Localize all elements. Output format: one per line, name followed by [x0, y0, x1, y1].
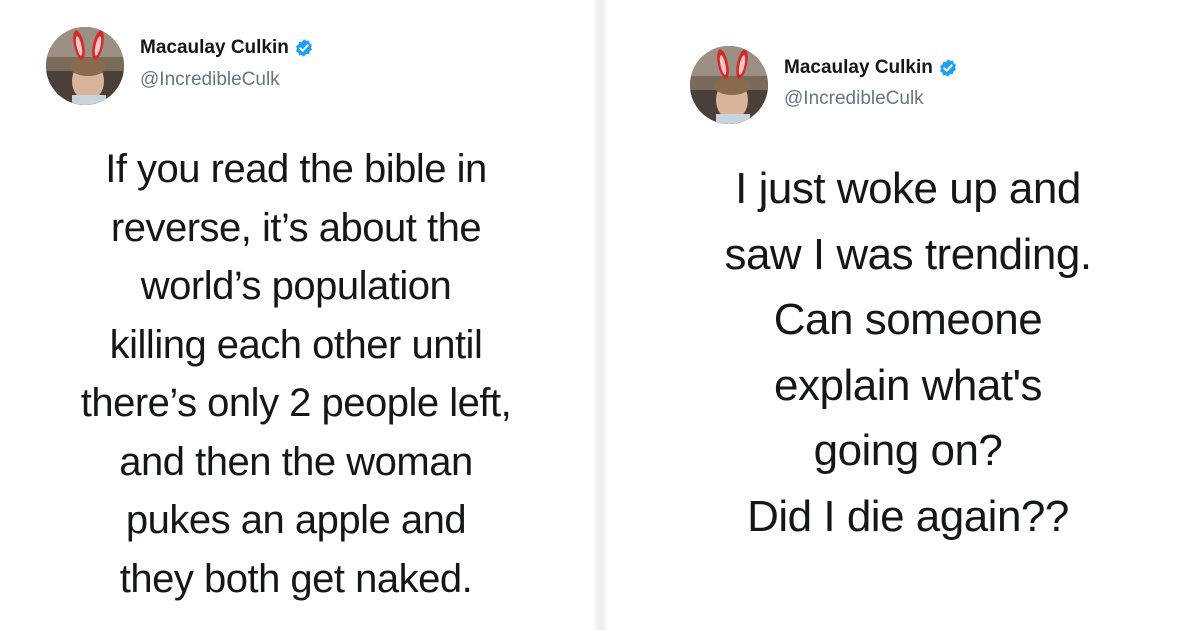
- author-handle[interactable]: @IncredibleCulk: [784, 88, 924, 110]
- tweet-text-line: there’s only 2 people left,: [80, 381, 512, 425]
- avatar[interactable]: [690, 46, 768, 124]
- tweet-text-line: pukes an apple and: [125, 498, 467, 542]
- avatar[interactable]: [46, 27, 124, 105]
- tweet-text: If you read the bible in reverse, it’s a…: [0, 140, 592, 608]
- verified-badge-icon: [295, 39, 312, 57]
- verified-badge-icon: [939, 59, 956, 77]
- tweet-text-line: explain what's: [774, 360, 1043, 410]
- tweet-text-line: Did I die again??: [747, 491, 1069, 541]
- tweet-text-line: they both get naked.: [119, 556, 473, 601]
- author-name[interactable]: Macaulay Culkin: [140, 37, 289, 59]
- tweet-text-line: reverse, it’s about the: [110, 205, 482, 250]
- tweet-text-line: I just woke up and: [735, 164, 1081, 213]
- tweet-text-line: world’s population: [140, 264, 452, 308]
- author-name-row[interactable]: Macaulay Culkin: [784, 57, 958, 79]
- tweet-text-line: saw I was trending.: [724, 229, 1092, 279]
- tweet-text-line: and then the woman: [119, 439, 473, 484]
- tweet-text: I just woke up and saw I was trending. C…: [608, 156, 1200, 549]
- tweet-text-line: going on?: [813, 426, 1003, 475]
- tweet-card-2: Macaulay Culkin @IncredibleCulk I just w…: [608, 0, 1200, 630]
- tweet-text-line: Can someone: [773, 295, 1043, 344]
- tweet-text-line: If you read the bible in: [105, 147, 487, 191]
- tweet-card-1: Macaulay Culkin @IncredibleCulk If you r…: [0, 0, 592, 630]
- panel-divider: [592, 0, 608, 630]
- author-name-row[interactable]: Macaulay Culkin: [140, 37, 314, 59]
- tweet-text-line: killing each other until: [109, 322, 483, 367]
- author-handle[interactable]: @IncredibleCulk: [140, 69, 280, 91]
- author-name[interactable]: Macaulay Culkin: [784, 57, 933, 79]
